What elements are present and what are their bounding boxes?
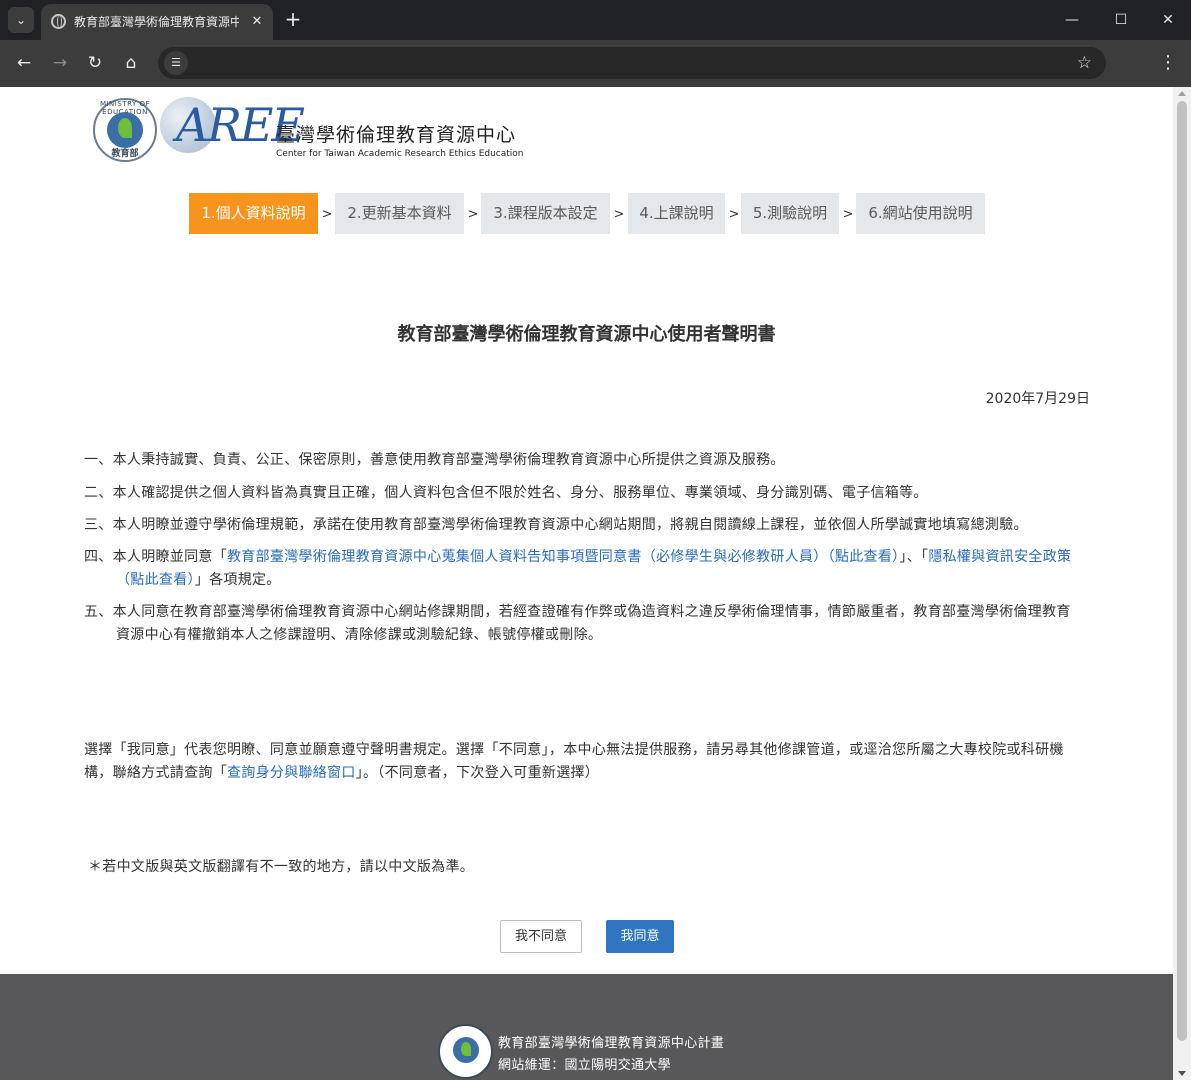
step-3-course-version: 3.課程版本設定 [481,193,610,234]
maximize-icon[interactable]: ☐ [1096,0,1146,40]
scroll-down-arrow-icon[interactable] [1178,1071,1186,1076]
step-4-class-guide: 4.上課說明 [628,193,725,234]
step-separator: > [613,207,625,222]
site-info-tune-icon[interactable]: ☰ [164,51,188,75]
scroll-thumb[interactable] [1177,101,1187,1041]
personal-data-consent-link[interactable]: 教育部臺灣學術倫理教育資源中心蒐集個人資料告知事項暨同意書（必修學生與必修教研人… [227,549,899,565]
browser-toolbar: ← → ↻ ⌂ ☰ ☆ ⋮ [0,40,1191,87]
clause-1: 一、本人秉持誠實、負責、公正、保密原則，善意使用教育部臺灣學術倫理教育資源中心所… [84,452,785,468]
step-5-exam-guide: 5.測驗說明 [741,193,839,234]
address-bar[interactable]: ☰ ☆ [158,47,1106,79]
back-arrow-icon[interactable]: ← [9,48,39,78]
declaration-title: 教育部臺灣學術倫理教育資源中心使用者聲明書 [397,324,776,345]
globe-icon [51,14,66,29]
step-6-site-guide: 6.網站使用說明 [856,193,985,234]
clause-5: 五、本人同意在教育部臺灣學術倫理教育資源中心網站修課期間，若經查證確有作弊或偽造… [84,604,1071,643]
clause-2: 二、本人確認提供之個人資料皆為真實且正確，個人資料包含但不限於姓名、身分、服務單… [84,485,928,501]
browser-window: ⌄ 教育部臺灣學術倫理教育資源中心 ✕ + — ☐ ✕ ← → ↻ ⌂ ☰ ☆ … [0,0,1191,1080]
bookmark-star-icon[interactable]: ☆ [1077,52,1092,74]
page-viewport: MINISTRY OF EDUCATION 教育部 AREE 臺灣學術倫理教育資… [0,87,1191,1080]
scroll-up-arrow-icon[interactable] [1178,91,1186,96]
step-separator: > [842,207,854,222]
step-separator: > [467,207,479,222]
clause-3: 三、本人明瞭並遵守學術倫理規範，承諾在使用教育部臺灣學術倫理教育資源中心網站期間… [84,517,1028,533]
site-title-zh: 臺灣學術倫理教育資源中心 [276,124,517,146]
ministry-seal-logo: MINISTRY OF EDUCATION 教育部 [93,98,157,162]
step-separator: > [321,207,333,222]
tab-bar: ⌄ 教育部臺灣學術倫理教育資源中心 ✕ + — ☐ ✕ [0,0,1191,40]
page-content: MINISTRY OF EDUCATION 教育部 AREE 臺灣學術倫理教育資… [0,87,1173,1080]
agree-button[interactable]: 我同意 [606,920,674,953]
footer-ministry-seal-logo [438,1024,493,1079]
home-icon[interactable]: ⌂ [116,48,146,78]
browser-tab[interactable]: 教育部臺灣學術倫理教育資源中心 ✕ [41,4,273,40]
step-2-update-profile: 2.更新基本資料 [335,193,464,234]
sprout-icon [118,118,132,138]
page-footer: 教育部臺灣學術倫理教育資源中心計畫 網站維運：國立陽明交通大學 [0,974,1173,1080]
clause-4-prefix: 四、本人明瞭並同意「 [84,549,227,565]
minimize-icon[interactable]: — [1047,0,1097,40]
notice-suffix: 」。（不同意者，下次登入可重新選擇） [355,765,600,781]
browser-menu-icon[interactable]: ⋮ [1156,48,1180,78]
clause-4-mid: 」、「 [899,549,929,565]
disagree-button[interactable]: 我不同意 [500,920,582,953]
reload-icon[interactable]: ↻ [80,48,110,78]
new-tab-plus-icon[interactable]: + [280,7,306,33]
footer-project-name: 教育部臺灣學術倫理教育資源中心計畫 [498,1036,725,1051]
agreement-notice: 選擇「我同意」代表您明瞭、同意並願意遵守聲明書規定。選擇「不同意」，本中心無法提… [84,739,1080,785]
contact-lookup-link[interactable]: 查詢身分與聯絡窗口 [227,765,356,781]
declaration-clauses: 一、本人秉持誠實、負責、公正、保密原則，善意使用教育部臺灣學術倫理教育資源中心所… [84,449,1080,647]
tab-title: 教育部臺灣學術倫理教育資源中心 [74,15,239,29]
tab-search-chevron-icon[interactable]: ⌄ [8,7,34,33]
seal-bottom-text: 教育部 [111,149,139,159]
tab-close-icon[interactable]: ✕ [247,12,267,32]
window-close-icon[interactable]: ✕ [1143,0,1191,40]
translation-footnote: ＊若中文版與英文版翻譯有不一致的地方，請以中文版為準。 [88,859,475,875]
vertical-scrollbar[interactable] [1173,87,1191,1080]
clause-4-suffix: 」各項規定。 [194,572,281,588]
clause-4: 四、本人明瞭並同意「教育部臺灣學術倫理教育資源中心蒐集個人資料告知事項暨同意書（… [84,546,1080,592]
site-title-en: Center for Taiwan Academic Research Ethi… [276,149,524,159]
declaration-date: 2020年7月29日 [985,391,1090,407]
footer-maintainer: 網站維運：國立陽明交通大學 [498,1058,671,1073]
footer-sprout-icon [461,1042,471,1056]
step-1-personal-data: 1.個人資料說明 [189,193,318,234]
forward-arrow-icon[interactable]: → [45,48,75,78]
